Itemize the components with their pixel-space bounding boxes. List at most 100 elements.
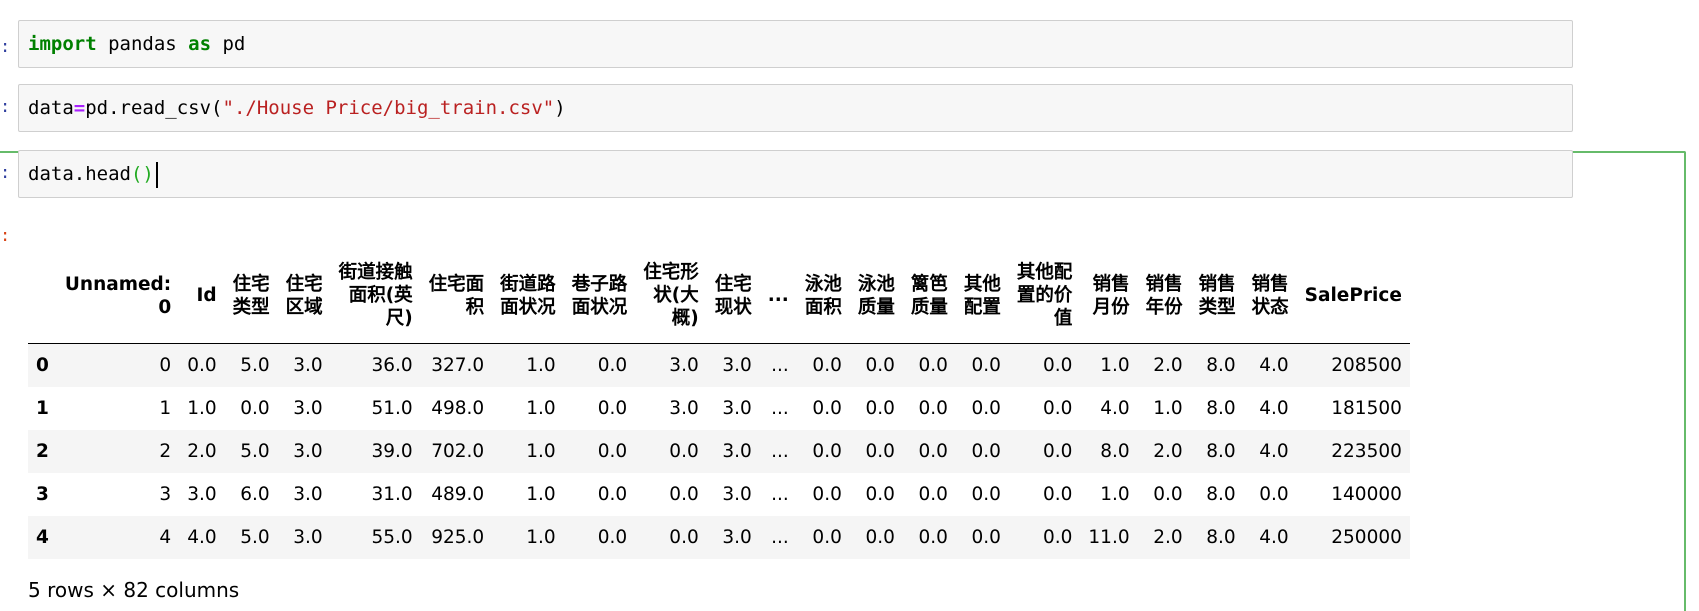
table-cell: 1.0 (526, 354, 556, 376)
code-cell-1[interactable]: import pandas as pd (18, 20, 1573, 68)
code-token: "./House Price/big_train.csv" (222, 97, 555, 119)
table-cell: 3.0 (722, 397, 752, 419)
table-cell: 0.0 (865, 354, 895, 376)
cell-prompt-1: : (0, 37, 11, 57)
table-cell: 0.0 (918, 354, 948, 376)
column-header: 篱笆 质量 (902, 248, 956, 344)
table-cell: 1.0 (526, 526, 556, 548)
table-row: 3 3 3.0 6.0 3.0 31.0 489.0 1.0 0.0 0.0 3.0... 0.0 0.… (28, 473, 1410, 516)
table-cell: 8.0 (1100, 440, 1130, 462)
table-cell: 702.0 (431, 440, 485, 462)
table-cell: 8.0 (1206, 483, 1236, 505)
table-cell: 0.0 (669, 440, 699, 462)
table-cell: 8.0 (1206, 397, 1236, 419)
table-cell: 0.0 (1153, 483, 1183, 505)
table-cell: 5.0 (240, 354, 270, 376)
table-cell: 2.0 (187, 440, 217, 462)
table-cell: 0.0 (597, 483, 628, 505)
column-header: ... (759, 248, 797, 344)
table-cell: ... (771, 483, 789, 505)
column-header: 泳池 面积 (796, 248, 850, 344)
table-cell: 0.0 (812, 440, 842, 462)
table-cell: 498.0 (431, 397, 485, 419)
table-cell: 2.0 (1153, 440, 1183, 462)
code-token: as (188, 33, 212, 55)
table-cell: 36.0 (371, 354, 413, 376)
table-cell: 11.0 (1088, 526, 1130, 548)
table-cell: 4.0 (1259, 354, 1289, 376)
code-token: data.head (28, 163, 131, 185)
code-token: = (73, 97, 86, 119)
code-cell-3[interactable]: data.head() (18, 150, 1573, 198)
table-cell: 5.0 (240, 526, 270, 548)
table-cell: 55.0 (371, 526, 413, 548)
table-row: 1 1 1.0 0.0 3.0 51.0 498.0 1.0 0.0 3.0 3.0... 0.0 0.… (28, 387, 1410, 430)
table-cell: 51.0 (371, 397, 413, 419)
table-cell: 3.0 (293, 440, 323, 462)
table-cell: 0.0 (918, 397, 948, 419)
code-token: data (28, 97, 74, 119)
table-cell: 1.0 (526, 483, 556, 505)
table-cell: 0.0 (918, 526, 948, 548)
table-cell: 4.0 (1100, 397, 1130, 419)
table-cell: 4.0 (1259, 397, 1289, 419)
header-row: Unnamed: 0 Id 住宅 类型 住宅 区域 街道接触 面积(英 尺) 住宅面积街道路 面状况巷… (28, 248, 1410, 344)
table-header: Unnamed: 0 Id 住宅 类型 住宅 区域 街道接触 面积(英 尺) 住宅面积街道路 面状况巷… (28, 248, 1410, 344)
column-header: 其他配 置的价值 (1008, 248, 1081, 344)
code-token: pandas (96, 33, 189, 55)
table-cell: 0.0 (918, 440, 948, 462)
table-cell: 0.0 (812, 526, 842, 548)
table-cell: 0.0 (971, 397, 1001, 419)
column-header: 住宅 区域 (277, 248, 331, 344)
table-cell: 8.0 (1206, 526, 1236, 548)
cell-prompt-2: : (0, 97, 11, 117)
table-cell: 1.0 (526, 440, 556, 462)
column-header: 销售 年份 (1137, 248, 1191, 344)
table-cell: 0.0 (865, 440, 895, 462)
table-cell: 250000 (1331, 526, 1402, 548)
table-cell: 3.0 (722, 440, 752, 462)
table-cell: 223500 (1331, 440, 1402, 462)
table-cell: 0.0 (971, 354, 1001, 376)
table-cell: 3.0 (293, 526, 323, 548)
table-cell: 0.0 (1259, 483, 1289, 505)
table-cell: 3.0 (722, 526, 752, 548)
table-cell: 3.0 (722, 483, 752, 505)
column-header: 住宅形 状(大 概) (635, 248, 707, 344)
table-cell: 0.0 (971, 526, 1001, 548)
table-row: 0 0 0.0 5.0 3.0 36.0 327.0 1.0 0.0 3.0 3.0... 0.0 0.… (28, 343, 1410, 387)
table-row: 4 4 4.0 5.0 3.0 55.0 925.0 1.0 0.0 0.0 3.0... 0.0 0.… (28, 515, 1410, 559)
table-cell: 140000 (1331, 483, 1402, 505)
row-index: 3 (36, 483, 49, 505)
table-cell: ... (771, 526, 789, 548)
table-cell: 2 (159, 440, 172, 462)
table-cell: 208500 (1331, 354, 1402, 376)
table-cell: 0.0 (597, 354, 628, 376)
table-cell: 0.0 (1042, 397, 1073, 419)
code-token: import (28, 33, 97, 55)
table-cell: 925.0 (431, 526, 485, 548)
row-index: 4 (36, 526, 49, 548)
table-cell: 0 (159, 354, 172, 376)
table-cell: 0.0 (971, 440, 1001, 462)
row-index: 1 (36, 397, 49, 419)
table-cell: 4.0 (187, 526, 217, 548)
table-cell: 4 (159, 526, 172, 548)
cell-prompt-3: : (0, 163, 11, 183)
table-cell: 3.0 (187, 483, 217, 505)
table-cell: 3.0 (722, 354, 752, 376)
code-cell-2[interactable]: data=pd.read_csv("./House Price/big_trai… (18, 84, 1573, 132)
column-header: 住宅 现状 (706, 248, 760, 344)
table-cell: 1.0 (187, 397, 217, 419)
table-cell: 181500 (1331, 397, 1402, 419)
table-cell: 39.0 (371, 440, 413, 462)
column-header: SalePrice (1296, 248, 1410, 344)
row-index: 2 (36, 440, 49, 462)
code-token: ) (554, 97, 566, 119)
table-cell: ... (771, 354, 789, 376)
dataframe-table: Unnamed: 0 Id 住宅 类型 住宅 区域 街道接触 面积(英 尺) 住宅面积街道路 面状况巷… (28, 248, 1410, 559)
table-cell: 0.0 (918, 483, 948, 505)
table-cell: 0.0 (865, 397, 895, 419)
table-cell: 0.0 (240, 397, 270, 419)
table-cell: 0.0 (1042, 440, 1073, 462)
